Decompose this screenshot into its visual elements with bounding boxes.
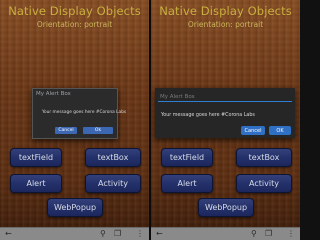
- webpopup-button[interactable]: WebPopup: [198, 198, 254, 217]
- search-icon[interactable]: ⚲: [100, 229, 106, 239]
- navigation-bar: ← ⚲ ❐ ⋮: [0, 227, 149, 240]
- back-arrow-icon[interactable]: ←: [156, 229, 163, 239]
- screen-right: Native Display Objects Orientation: port…: [151, 0, 300, 240]
- dialog-cancel-button[interactable]: Cancel: [241, 126, 265, 135]
- navigation-bar: ← ⚲ ❐ ⋮: [151, 227, 300, 240]
- page-title: Native Display Objects: [8, 4, 141, 18]
- textbox-button[interactable]: textBox: [236, 148, 292, 167]
- windows-icon[interactable]: ❐: [265, 229, 272, 239]
- dialog-title: My Alert Box: [160, 94, 195, 100]
- alert-button[interactable]: Alert: [161, 174, 213, 193]
- dialog-ok-button[interactable]: OK: [269, 126, 291, 135]
- textfield-button[interactable]: textField: [161, 148, 213, 167]
- dialog-title-divider: [158, 101, 292, 102]
- alert-button[interactable]: Alert: [10, 174, 62, 193]
- textfield-button[interactable]: textField: [10, 148, 62, 167]
- menu-icon[interactable]: ⋮: [287, 229, 295, 239]
- dialog-ok-button[interactable]: Ok: [83, 127, 113, 134]
- alert-dialog: My Alert Box Your message goes here #Cor…: [155, 88, 295, 138]
- page-title: Native Display Objects: [159, 4, 292, 18]
- textbox-button[interactable]: textBox: [85, 148, 141, 167]
- screen-left: Native Display Objects Orientation: port…: [0, 0, 149, 240]
- orientation-label: Orientation: portrait: [36, 20, 113, 29]
- app-window: Native Display Objects Orientation: port…: [0, 0, 300, 240]
- menu-icon[interactable]: ⋮: [136, 229, 144, 239]
- search-icon[interactable]: ⚲: [251, 229, 257, 239]
- alert-dialog: My Alert Box Your message goes here #Cor…: [32, 88, 126, 139]
- dialog-message: Your message goes here #Corona Labs: [42, 110, 127, 115]
- windows-icon[interactable]: ❐: [114, 229, 121, 239]
- dialog-message: Your message goes here #Corona Labs: [161, 113, 255, 118]
- orientation-label: Orientation: portrait: [187, 20, 264, 29]
- activity-button[interactable]: Activity: [236, 174, 292, 193]
- back-arrow-icon[interactable]: ←: [5, 229, 12, 239]
- dialog-title: My Alert Box: [36, 91, 71, 97]
- activity-button[interactable]: Activity: [85, 174, 141, 193]
- dialog-cancel-button[interactable]: Cancel: [55, 127, 77, 134]
- webpopup-button[interactable]: WebPopup: [47, 198, 103, 217]
